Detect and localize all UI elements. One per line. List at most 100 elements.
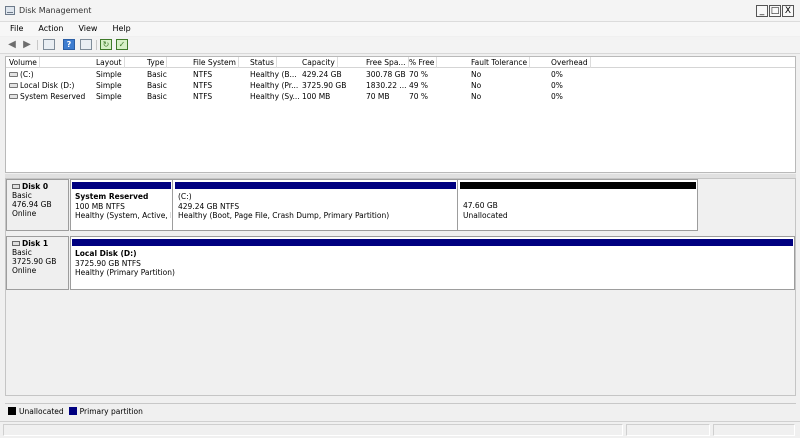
window-controls: _ □ X <box>756 5 794 17</box>
percent-free-cell: 49 % <box>409 81 429 90</box>
capacity-cell: 3725.90 GB <box>302 81 347 90</box>
partition-name: (C:) <box>178 192 192 201</box>
legend-item-primary: Primary partition <box>68 406 143 416</box>
volume-name: Local Disk (D:) <box>20 81 75 90</box>
properties-icon[interactable] <box>80 39 92 50</box>
disk-size: 3725.90 GB <box>12 257 57 266</box>
layout-cell: Simple <box>96 70 122 79</box>
menu-action[interactable]: Action <box>28 22 68 36</box>
column-header-type[interactable]: Type <box>147 57 168 68</box>
volume-name: (C:) <box>20 70 34 79</box>
disk-graphical-view: Disk 0 Basic 476.94 GB Online System Res… <box>5 178 796 396</box>
legend: Unallocated Primary partition <box>5 403 796 418</box>
column-header-volume[interactable]: Volume <box>9 57 40 68</box>
partition-c-drive[interactable]: (C:) 429.24 GB NTFS Healthy (Boot, Page … <box>174 180 458 230</box>
primary-swatch <box>68 407 77 415</box>
maximize-button[interactable]: □ <box>769 5 781 17</box>
overhead-cell: 0% <box>551 92 563 101</box>
volume-row[interactable]: System Reserved Simple Basic NTFS Health… <box>6 91 795 102</box>
disk-management-app-icon <box>5 6 15 15</box>
column-header-file-system[interactable]: File System <box>193 57 239 68</box>
fault-tolerance-cell: No <box>471 92 482 101</box>
overhead-cell: 0% <box>551 81 563 90</box>
partition-text: System Reserved 100 MB NTFS Healthy (Sys… <box>75 192 171 221</box>
disk-icon <box>12 240 20 246</box>
disk-info-1[interactable]: Disk 1 Basic 3725.90 GB Online <box>6 236 69 290</box>
close-button[interactable]: X <box>782 5 794 17</box>
drive-icon <box>9 82 18 88</box>
rescan-icon[interactable]: ✓ <box>116 39 128 50</box>
volume-list-header: Volume Layout Type File System Status Ca… <box>6 57 795 68</box>
volume-row[interactable]: (C:) Simple Basic NTFS Healthy (B... 429… <box>6 69 795 80</box>
column-header-fault-tolerance[interactable]: Fault Tolerance <box>471 57 531 68</box>
disk-name: Disk 0 <box>12 182 68 191</box>
overhead-cell: 0% <box>551 70 563 79</box>
partition-text: 47.60 GB Unallocated <box>463 201 693 220</box>
partition-text: (C:) 429.24 GB NTFS Healthy (Boot, Page … <box>178 192 456 221</box>
column-header-free-space[interactable]: Free Spa... <box>366 57 409 68</box>
minimize-button[interactable]: _ <box>756 5 768 17</box>
partition-d-drive[interactable]: Local Disk (D:) 3725.90 GB NTFS Healthy … <box>71 237 794 289</box>
partition-size: 3725.90 GB NTFS <box>75 258 141 268</box>
disk-row-1: Disk 1 Basic 3725.90 GB Online Local Dis… <box>6 236 797 290</box>
partition-name: System Reserved <box>75 192 149 201</box>
menu-help[interactable]: Help <box>102 22 135 36</box>
partition-system-reserved[interactable]: System Reserved 100 MB NTFS Healthy (Sys… <box>71 180 173 230</box>
volume-name-cell: Local Disk (D:) <box>9 81 74 90</box>
partition-unallocated[interactable]: 47.60 GB Unallocated <box>459 180 697 230</box>
status-cell: Healthy (B... <box>250 70 297 79</box>
file-system-cell: NTFS <box>193 70 213 79</box>
layout-cell: Simple <box>96 81 122 90</box>
disk-type: Basic <box>12 191 32 200</box>
volume-name: System Reserved <box>20 92 86 101</box>
partition-status: Healthy (Primary Partition) <box>75 268 175 277</box>
disk-state: Online <box>12 209 37 218</box>
partition-text: Local Disk (D:) 3725.90 GB NTFS Healthy … <box>75 249 790 278</box>
capacity-cell: 429.24 GB <box>302 70 342 79</box>
title-bar: Disk Management _ □ X <box>0 0 800 22</box>
menu-file[interactable]: File <box>0 22 28 36</box>
legend-label: Unallocated <box>19 406 64 416</box>
free-space-cell: 70 MB <box>366 92 390 101</box>
column-header-capacity[interactable]: Capacity <box>302 57 338 68</box>
disk-map-1: Local Disk (D:) 3725.90 GB NTFS Healthy … <box>70 236 795 290</box>
percent-free-cell: 70 % <box>409 92 429 101</box>
layout-cell: Simple <box>96 92 122 101</box>
partition-status: Healthy (Boot, Page File, Crash Dump, Pr… <box>178 211 390 220</box>
status-bar <box>0 421 800 438</box>
fault-tolerance-cell: No <box>471 70 482 79</box>
help-icon[interactable]: ? <box>63 39 75 50</box>
type-cell: Basic <box>147 70 167 79</box>
column-header-status[interactable]: Status <box>250 57 277 68</box>
percent-free-cell: 70 % <box>409 70 429 79</box>
status-pane <box>3 424 623 436</box>
unallocated-bar <box>460 182 696 189</box>
unallocated-swatch <box>8 407 16 415</box>
primary-partition-bar <box>72 182 171 189</box>
partition-name: Local Disk (D:) <box>75 249 137 258</box>
drive-icon <box>9 93 18 99</box>
disk-map-0: System Reserved 100 MB NTFS Healthy (Sys… <box>70 179 698 231</box>
menu-view[interactable]: View <box>68 22 102 36</box>
legend-label: Primary partition <box>79 406 143 416</box>
legend-item-unallocated: Unallocated <box>8 407 64 416</box>
window-title: Disk Management <box>19 6 92 15</box>
toolbar-separator <box>96 40 97 50</box>
volume-name-cell: System Reserved <box>9 92 85 101</box>
back-arrow-icon[interactable]: ◀ <box>6 39 18 50</box>
partition-size: 429.24 GB NTFS <box>178 201 240 211</box>
disk-info-0[interactable]: Disk 0 Basic 476.94 GB Online <box>6 179 69 231</box>
forward-arrow-icon[interactable]: ▶ <box>21 39 33 50</box>
menu-bar: File Action View Help <box>0 22 800 36</box>
capacity-cell: 100 MB <box>302 92 331 101</box>
volume-list[interactable]: Volume Layout Type File System Status Ca… <box>5 56 796 173</box>
column-header-percent-free[interactable]: % Free <box>409 57 438 68</box>
column-header-layout[interactable]: Layout <box>96 57 124 68</box>
disk-type: Basic <box>12 248 32 257</box>
refresh-icon[interactable]: ↻ <box>100 39 112 50</box>
properties-icon[interactable] <box>43 39 55 50</box>
column-header-overhead[interactable]: Overhead <box>551 57 591 68</box>
partition-size: 100 MB NTFS <box>75 201 125 211</box>
volume-row[interactable]: Local Disk (D:) Simple Basic NTFS Health… <box>6 80 795 91</box>
drive-icon <box>9 71 18 77</box>
